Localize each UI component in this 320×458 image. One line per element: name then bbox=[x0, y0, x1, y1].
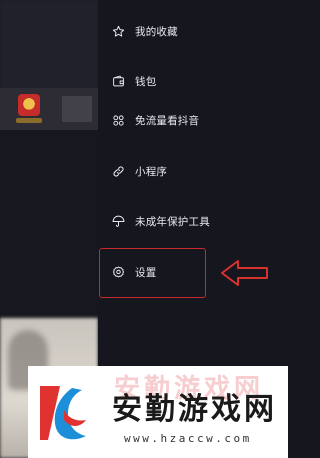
settings-highlight-box bbox=[99, 248, 206, 298]
umbrella-icon bbox=[111, 214, 125, 228]
feed-thumbnail bbox=[18, 94, 40, 116]
menu-item-minor-protection[interactable]: 未成年保护工具 bbox=[98, 201, 300, 241]
star-icon bbox=[111, 24, 125, 38]
menu-item-favorites[interactable]: 我的收藏 bbox=[98, 11, 300, 51]
watermark-banner: 安勤游戏网 安勤游戏网 www.hzaccw.com bbox=[28, 366, 288, 458]
menu-item-label: 钱包 bbox=[135, 75, 157, 88]
menu-item-wallet[interactable]: 钱包 bbox=[98, 61, 300, 101]
arrow-left-icon bbox=[221, 260, 268, 286]
watermark-url: www.hzaccw.com bbox=[124, 432, 252, 445]
feed-blur-mid bbox=[0, 130, 98, 320]
menu-item-label: 未成年保护工具 bbox=[135, 215, 210, 228]
menu-item-label: 小程序 bbox=[135, 165, 168, 178]
menu-item-label: 免流量看抖音 bbox=[135, 114, 200, 127]
grid-icon bbox=[111, 113, 125, 127]
feed-blur-top bbox=[0, 0, 98, 90]
menu-item-label: 我的收藏 bbox=[135, 25, 178, 38]
site-logo-icon bbox=[40, 386, 86, 440]
menu-item-free-data[interactable]: 免流量看抖音 bbox=[98, 100, 300, 140]
watermark-title: 安勤游戏网 bbox=[112, 392, 277, 427]
feed-thumbnail-caption bbox=[16, 118, 42, 123]
feed-thumbnail-secondary bbox=[62, 96, 92, 122]
link-icon bbox=[111, 164, 125, 178]
wallet-icon bbox=[111, 74, 125, 88]
menu-item-mini-programs[interactable]: 小程序 bbox=[98, 151, 300, 191]
